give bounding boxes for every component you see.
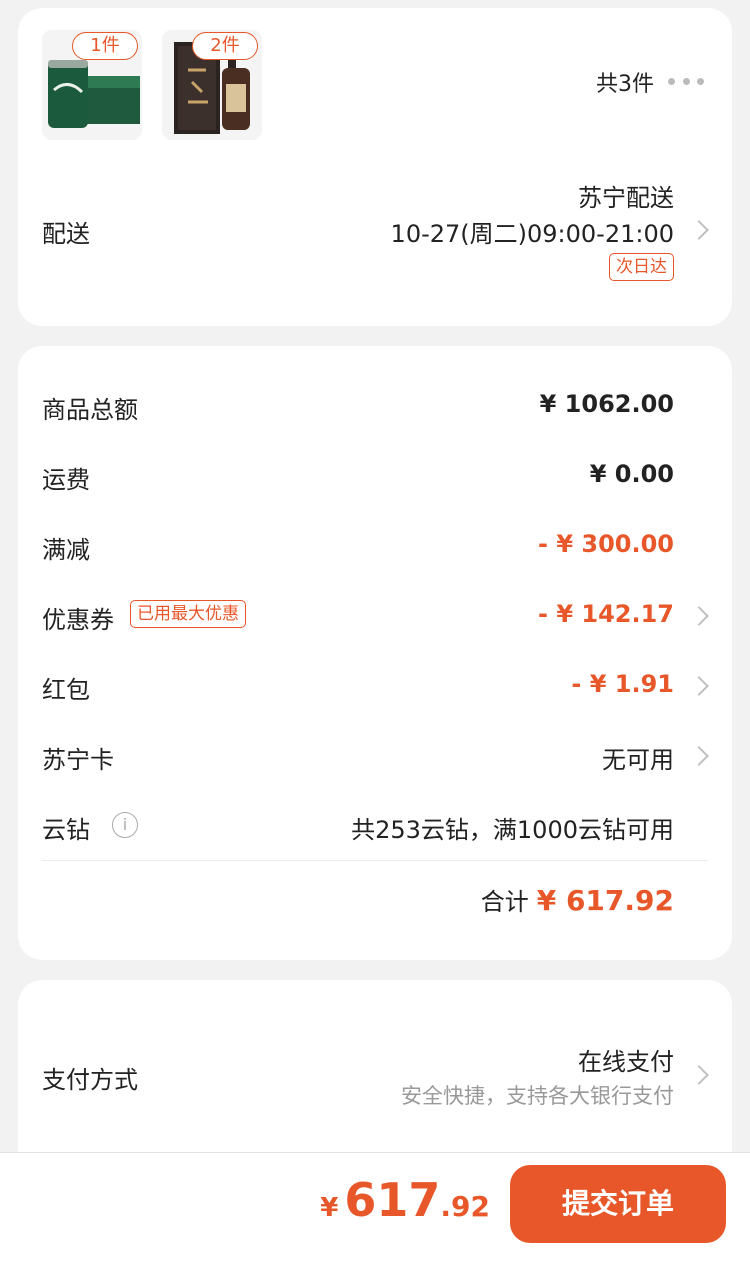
total-line: 合计 ¥ 617.92 [481, 882, 674, 917]
payment-method: 在线支付 [578, 1048, 674, 1076]
bottom-bar: ¥617.92 提交订单 [0, 1152, 750, 1266]
suning-card-chevron-icon[interactable] [689, 746, 709, 766]
delivery-chevron-icon[interactable] [689, 220, 709, 240]
delivery-provider: 苏宁配送 [578, 184, 674, 212]
price-decimal: .92 [440, 1190, 490, 1223]
payment-label: 支付方式 [42, 1066, 138, 1094]
bottom-total-price: ¥617.92 [320, 1173, 490, 1227]
currency-symbol: ¥ [320, 1193, 339, 1223]
goods-total-label: 商品总额 [42, 396, 138, 424]
yunzuan-value: 共253云钻，满1000云钻可用 [351, 816, 674, 844]
total-amount: ¥ 617.92 [536, 884, 674, 917]
total-label: 合计 [480, 888, 529, 916]
price-integer: 617 [344, 1173, 441, 1227]
next-day-tag: 次日达 [609, 253, 674, 281]
shipping-label: 运费 [42, 466, 90, 494]
suning-card-value[interactable]: 无可用 [602, 740, 674, 775]
delivery-label: 配送 [42, 220, 90, 248]
delivery-time: 10-27(周二)09:00-21:00 [390, 220, 674, 248]
divider [42, 860, 708, 861]
qty-badge: 2件 [192, 32, 258, 60]
shipping-value: ¥ 0.00 [589, 460, 674, 488]
payment-sub: 安全快捷，支持各大银行支付 [401, 1084, 674, 1108]
payment-card[interactable]: 支付方式 在线支付 安全快捷，支持各大银行支付 [18, 980, 732, 1180]
red-packet-label: 红包 [42, 676, 90, 704]
suning-card-label: 苏宁卡 [42, 746, 114, 774]
info-icon[interactable]: i [112, 812, 138, 838]
item-count: 共3件 [596, 72, 654, 97]
red-packet-value[interactable]: - ¥ 1.91 [571, 670, 674, 698]
coupon-label: 优惠券 [42, 606, 114, 634]
coupon-best-tag: 已用最大优惠 [130, 600, 246, 628]
yunzuan-label: 云钻 [42, 816, 90, 844]
order-items-card: 1件 2件 共3件 配送 苏宁配送 10-27(周二)09:00-21:00 次… [18, 8, 732, 326]
goods-total-value: ¥ 1062.00 [539, 390, 674, 418]
discount-value: - ¥ 300.00 [538, 530, 674, 558]
qty-badge: 1件 [72, 32, 138, 60]
red-packet-chevron-icon[interactable] [689, 676, 709, 696]
submit-order-button[interactable]: 提交订单 [510, 1165, 726, 1243]
coupon-value[interactable]: - ¥ 142.17 [538, 600, 674, 628]
discount-label: 满减 [42, 536, 90, 564]
price-summary-card: 商品总额 ¥ 1062.00 运费 ¥ 0.00 满减 - ¥ 300.00 优… [18, 346, 732, 960]
coupon-chevron-icon[interactable] [689, 606, 709, 626]
more-icon[interactable] [668, 78, 704, 86]
payment-chevron-icon[interactable] [689, 1065, 709, 1085]
